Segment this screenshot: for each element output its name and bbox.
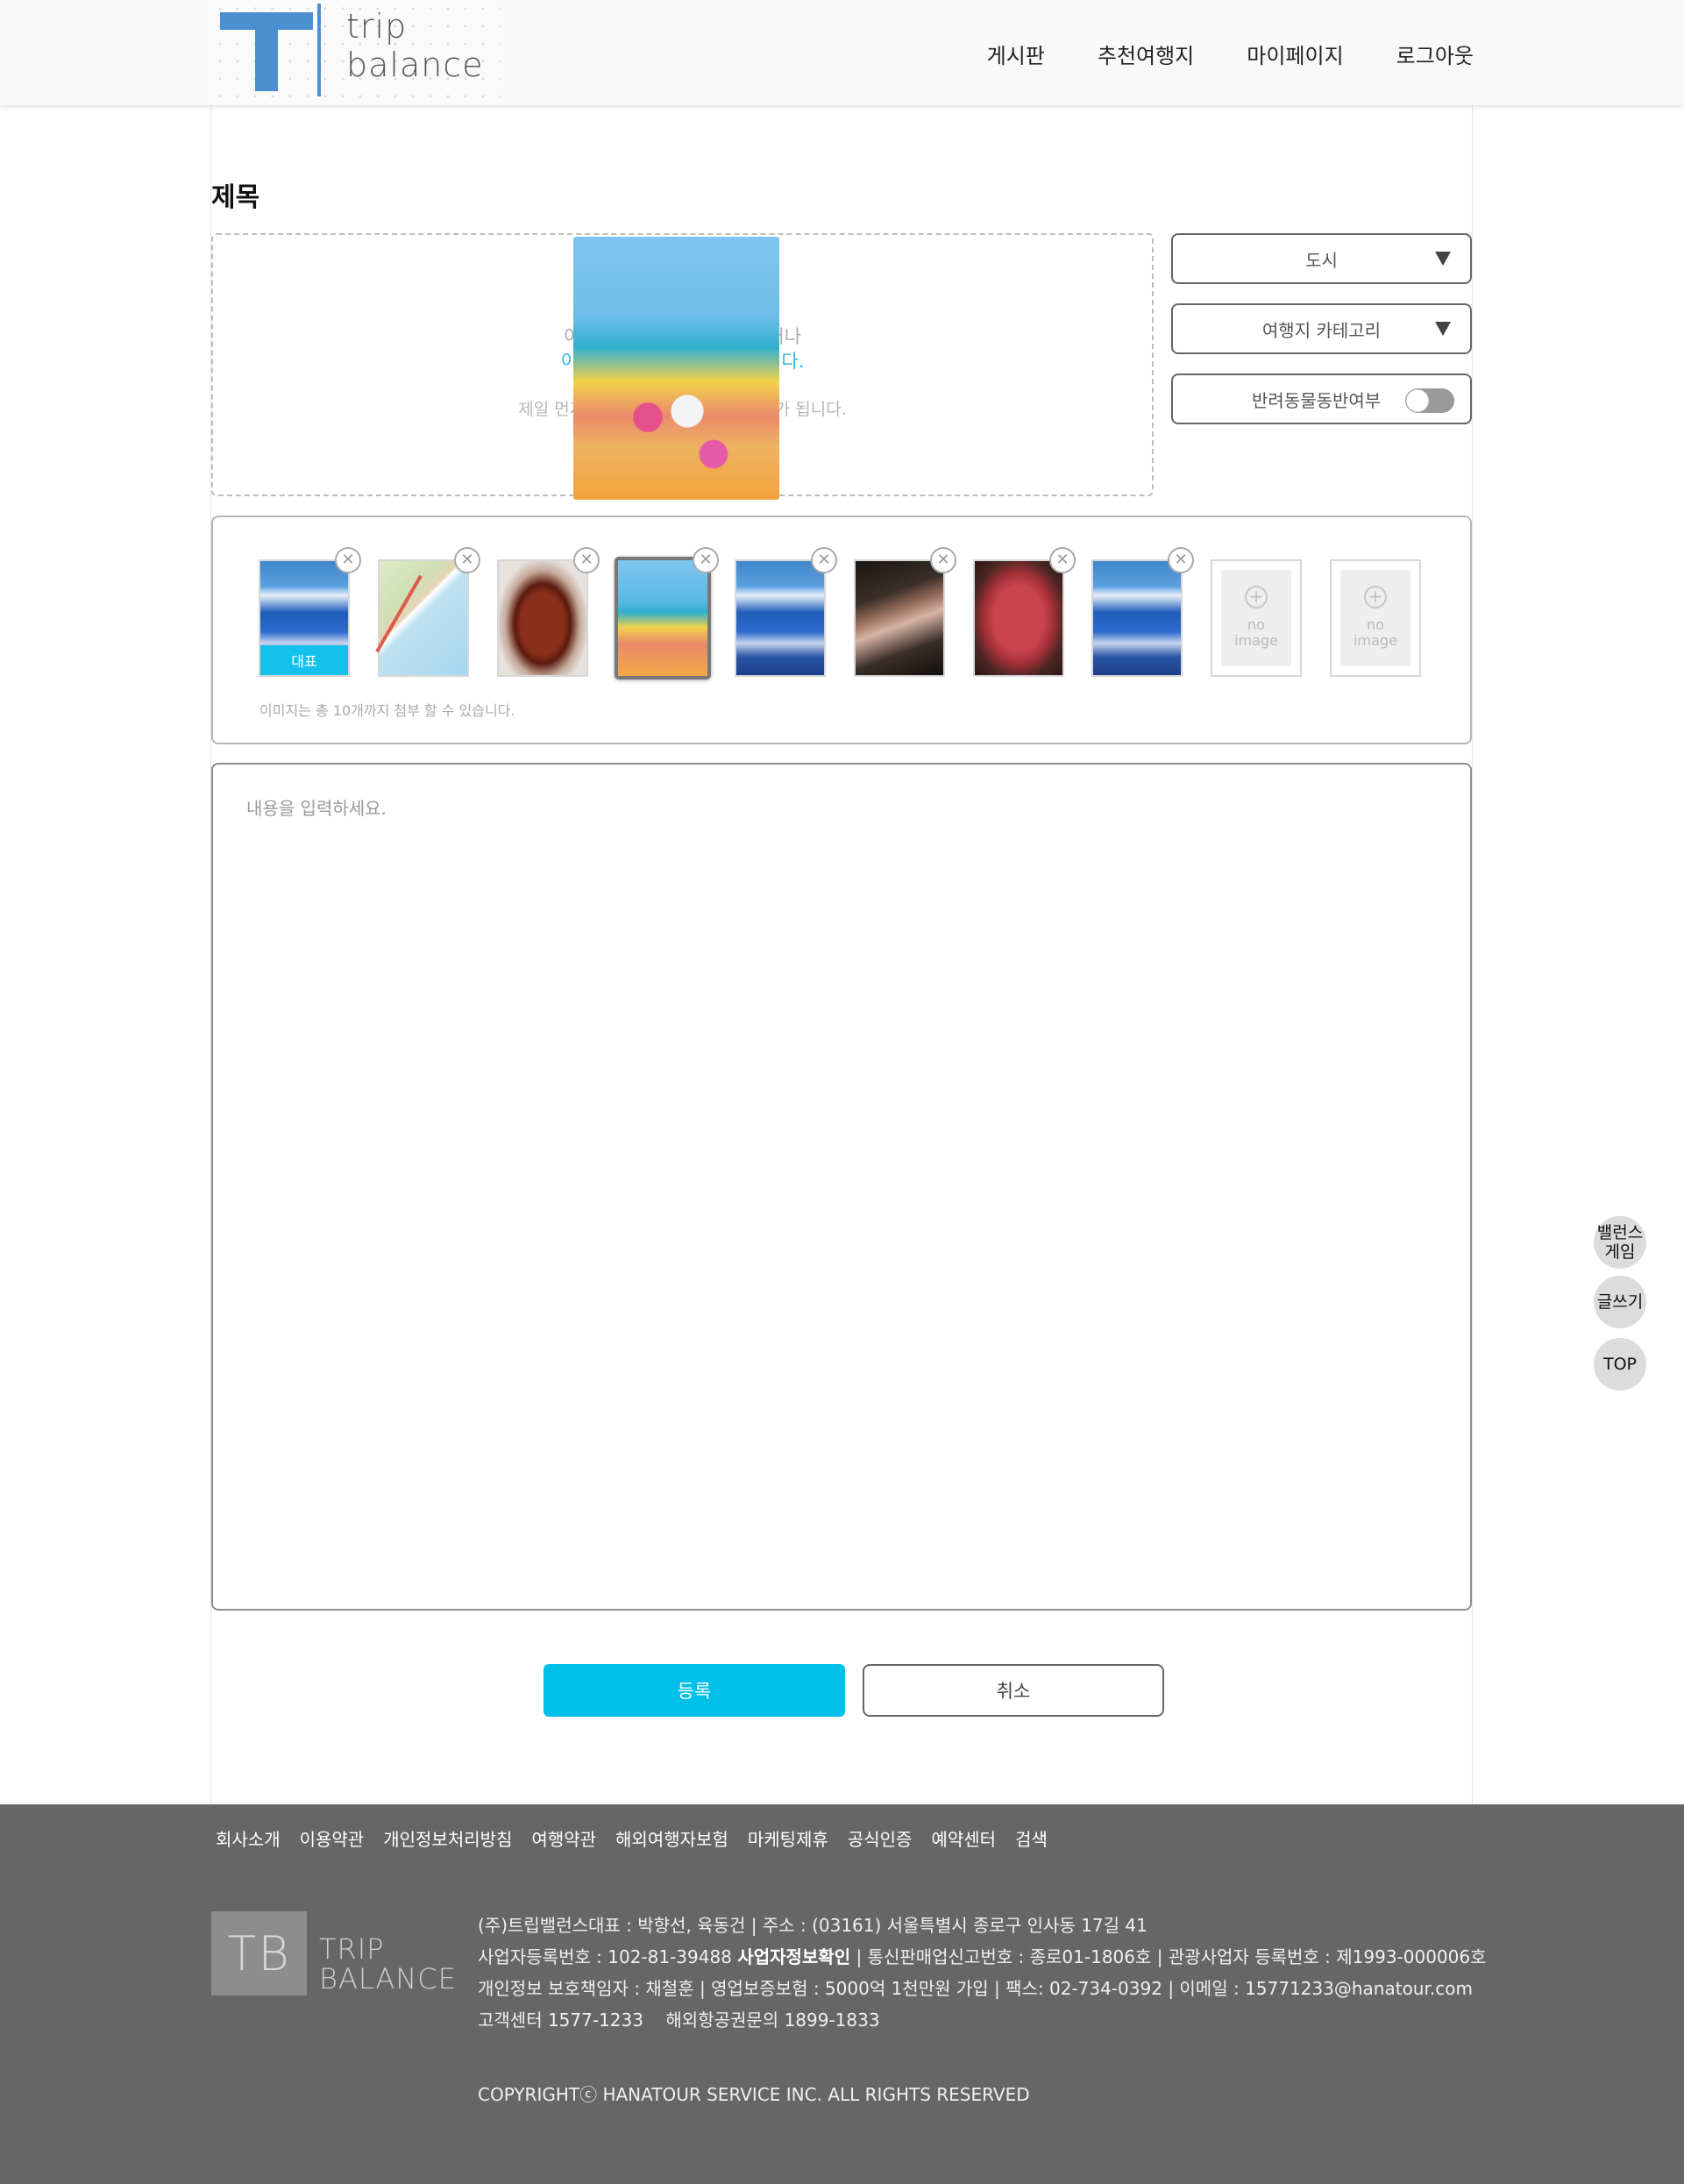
- site-header: trip balance 게시판 추천여행지 마이페이지 로그아웃: [0, 0, 1684, 105]
- footer-link-certification[interactable]: 공식인증: [848, 1825, 913, 1851]
- city-select-label: 도시: [1305, 249, 1338, 271]
- dropdown-arrow-icon: [1435, 252, 1451, 266]
- footer-business-info: 사업자등록번호 : 102-81-39488 사업자정보확인 | 통신판매업신고…: [478, 1946, 1487, 1967]
- image-limit-note: 이미지는 총 10개까지 첨부 할 수 있습니다.: [259, 702, 515, 719]
- footer-link-about[interactable]: 회사소개: [216, 1825, 281, 1851]
- business-info-link[interactable]: 사업자정보확인: [737, 1946, 850, 1967]
- footer-copyright: COPYRIGHTⓒ HANATOUR SERVICE INC. ALL RIG…: [478, 2084, 1030, 2105]
- thumb-image: [975, 561, 1062, 675]
- scroll-top-button[interactable]: TOP: [1594, 1338, 1646, 1391]
- site-footer: 회사소개 이용약관 개인정보처리방침 여행약관 해외여행자보험 마케팅제휴 공식…: [0, 1804, 1684, 2184]
- content-editor: [211, 763, 1472, 1611]
- footer-link-privacy[interactable]: 개인정보처리방침: [383, 1825, 512, 1851]
- empty-image-slot-10[interactable]: + no image: [1330, 559, 1421, 677]
- pet-allowed-control: 반려동물동반여부: [1171, 373, 1472, 424]
- dropdown-arrow-icon: [1435, 322, 1451, 336]
- footer-link-marketing[interactable]: 마케팅제휴: [748, 1825, 828, 1851]
- nav-logout[interactable]: 로그아웃: [1396, 39, 1474, 69]
- thumb-image: [618, 560, 707, 676]
- nav-recommended[interactable]: 추천여행지: [1098, 39, 1194, 69]
- logo-divider: [317, 4, 321, 96]
- main-nav: 게시판 추천여행지 마이페이지 로그아웃: [987, 39, 1474, 69]
- cancel-button[interactable]: 취소: [863, 1664, 1164, 1717]
- remove-image-1-button[interactable]: ✕: [335, 547, 361, 573]
- remove-image-4-button[interactable]: ✕: [693, 547, 719, 573]
- plus-icon: +: [1245, 586, 1268, 608]
- footer-logo-wordmark: TRIP BALANCE: [319, 1932, 457, 1995]
- thumb-image: [736, 561, 824, 675]
- logo-t-mark: [220, 12, 313, 91]
- representative-badge: 대표: [260, 645, 348, 675]
- no-image-placeholder: + no image: [1221, 570, 1291, 666]
- thumb-image: [499, 561, 586, 675]
- dragging-image-preview[interactable]: [573, 237, 779, 500]
- remove-image-8-button[interactable]: ✕: [1168, 547, 1194, 573]
- footer-link-insurance[interactable]: 해외여행자보험: [615, 1825, 728, 1851]
- image-thumb-7[interactable]: [973, 559, 1064, 677]
- city-select[interactable]: 도시: [1171, 233, 1472, 284]
- site-logo[interactable]: trip balance: [211, 0, 501, 105]
- footer-company-info: (주)트립밸런스대표 : 박향선, 육동건 | 주소 : (03161) 서울특…: [478, 1915, 1148, 1936]
- balance-game-button[interactable]: 밸런스 게임: [1594, 1216, 1646, 1269]
- image-thumb-2[interactable]: [378, 559, 469, 677]
- logo-wordmark: trip balance: [346, 7, 484, 84]
- content-textarea[interactable]: [246, 794, 1439, 1583]
- image-thumb-6[interactable]: [854, 559, 945, 677]
- image-thumb-1[interactable]: 대표: [259, 559, 350, 677]
- remove-image-6-button[interactable]: ✕: [930, 547, 956, 573]
- category-select[interactable]: 여행지 카테고리: [1171, 303, 1472, 354]
- nav-board[interactable]: 게시판: [987, 39, 1045, 69]
- footer-link-travel-terms[interactable]: 여행약관: [531, 1825, 596, 1851]
- footer-link-terms[interactable]: 이용약관: [300, 1825, 365, 1851]
- category-select-label: 여행지 카테고리: [1261, 319, 1382, 341]
- remove-image-7-button[interactable]: ✕: [1049, 547, 1076, 573]
- image-thumb-4[interactable]: [615, 557, 711, 679]
- nav-mypage[interactable]: 마이페이지: [1247, 39, 1343, 69]
- footer-link-search[interactable]: 검색: [1015, 1825, 1048, 1851]
- pet-allowed-toggle[interactable]: [1405, 388, 1454, 413]
- footer-support-info: 고객센터 1577-1233 해외항공권문의 1899-1833: [478, 2010, 880, 2031]
- image-thumb-5[interactable]: [735, 559, 826, 677]
- thumb-image: [380, 561, 467, 675]
- pet-allowed-label: 반려동물동반여부: [1252, 389, 1382, 411]
- footer-contact-info: 개인정보 보호책임자 : 채철훈 | 영업보증보험 : 5000억 1천만원 가…: [478, 1978, 1473, 1999]
- thumb-image: [1093, 561, 1181, 675]
- page-title: 제목: [211, 182, 260, 213]
- remove-image-3-button[interactable]: ✕: [573, 547, 600, 573]
- empty-image-slot-9[interactable]: + no image: [1211, 559, 1302, 677]
- image-thumb-3[interactable]: [497, 559, 588, 677]
- thumb-image: [856, 561, 943, 675]
- footer-links: 회사소개 이용약관 개인정보처리방침 여행약관 해외여행자보험 마케팅제휴 공식…: [216, 1825, 1048, 1851]
- no-image-placeholder: + no image: [1340, 570, 1410, 666]
- image-thumb-8[interactable]: [1091, 559, 1183, 677]
- footer-link-reservation[interactable]: 예약센터: [931, 1825, 996, 1851]
- write-button[interactable]: 글쓰기: [1594, 1276, 1646, 1328]
- submit-button[interactable]: 등록: [544, 1664, 845, 1717]
- remove-image-2-button[interactable]: ✕: [454, 547, 480, 573]
- remove-image-5-button[interactable]: ✕: [811, 547, 837, 573]
- plus-icon: +: [1364, 586, 1387, 608]
- footer-logo-mark: TB: [211, 1911, 307, 1995]
